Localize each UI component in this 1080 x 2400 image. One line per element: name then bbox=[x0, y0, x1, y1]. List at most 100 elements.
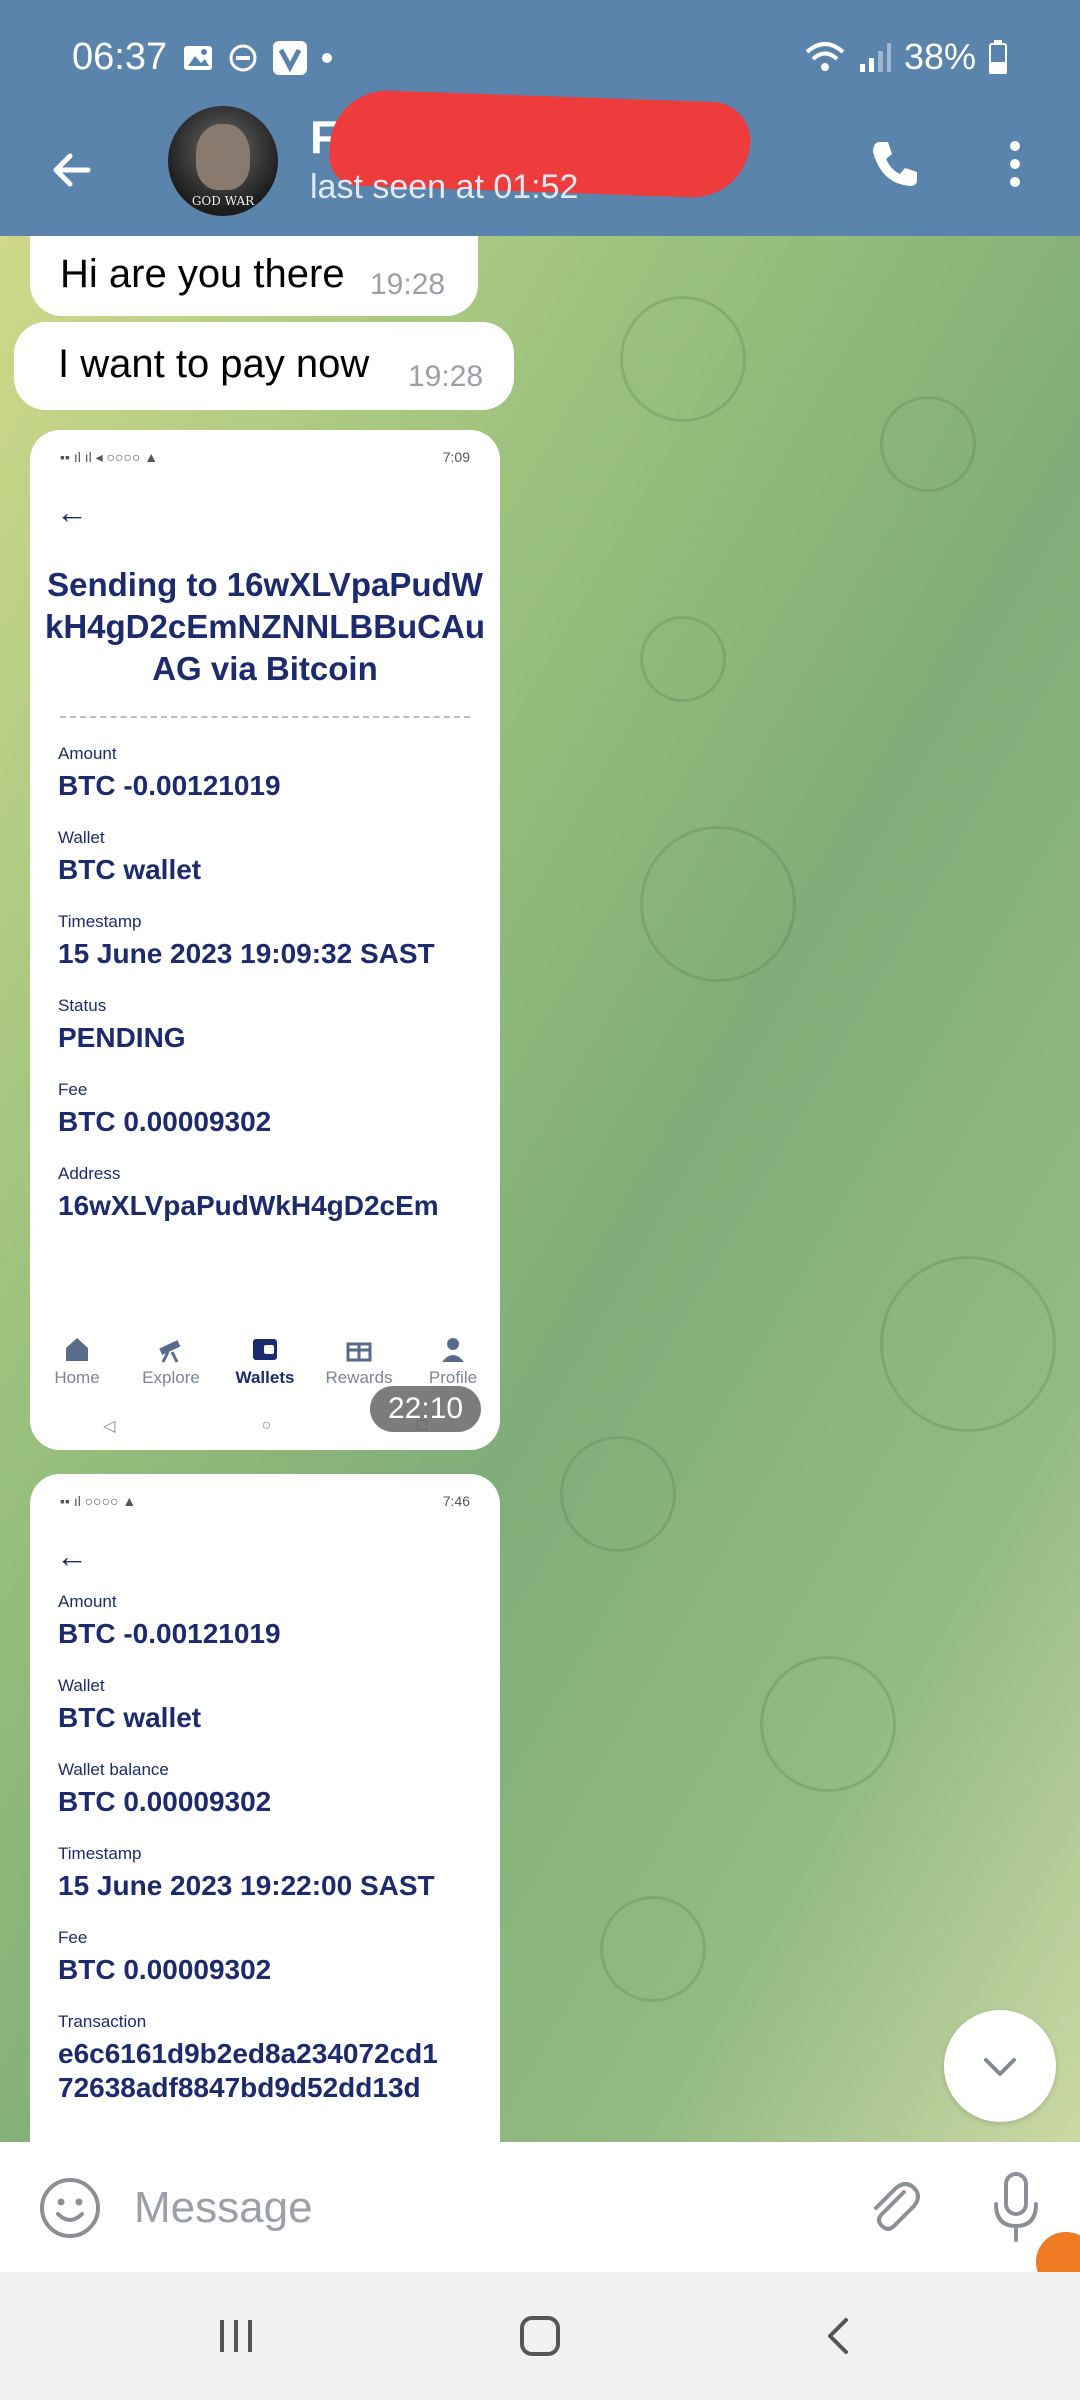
more-vertical-icon bbox=[1010, 141, 1020, 187]
message-text: I want to pay now bbox=[58, 342, 370, 386]
message-bubble[interactable]: Hi are you there 19:28 bbox=[30, 236, 478, 316]
mini-status-bar: ▪▪ ıl ıl ◂ ○○○○ ▲ 7:09 bbox=[30, 430, 500, 484]
system-navigation-bar bbox=[0, 2272, 1080, 2400]
mini-nav-wallets: Wallets bbox=[225, 1320, 305, 1400]
detail-address: Address 16wXLVpaPudWkH4gD2cEm bbox=[58, 1164, 500, 1222]
mini-back-arrow-icon: ← bbox=[56, 1538, 88, 1574]
detail-value: BTC wallet bbox=[58, 854, 202, 885]
image-time-badge: 22:10 bbox=[370, 1386, 482, 1432]
detail-label: Fee bbox=[58, 1080, 88, 1099]
detail-label: Amount bbox=[58, 1592, 117, 1611]
message-time: 19:28 bbox=[408, 360, 484, 393]
wallpaper-doodle bbox=[620, 296, 746, 422]
wallpaper-doodle bbox=[640, 616, 726, 702]
detail-value: BTC wallet bbox=[58, 1702, 202, 1733]
wallpaper-doodle bbox=[760, 1656, 896, 1792]
sending-title: Sending to 16wXLVpaPudWkH4gD2cEmNZNNLBBu… bbox=[44, 566, 486, 687]
home-button[interactable] bbox=[504, 2304, 576, 2368]
wallpaper-doodle bbox=[880, 396, 976, 492]
detail-transaction: Transaction e6c6161d9b2ed8a234072cd1 726… bbox=[58, 2012, 500, 2104]
message-input[interactable] bbox=[132, 2170, 836, 2246]
wallpaper-doodle bbox=[600, 1896, 706, 2002]
dot-icon bbox=[322, 53, 332, 63]
detail-timestamp: Timestamp 15 June 2023 19:09:32 SAST bbox=[58, 912, 500, 970]
mini-back-triangle-icon: ◁ bbox=[103, 1418, 116, 1435]
detail-label: Wallet bbox=[58, 828, 105, 847]
phone-icon bbox=[873, 142, 917, 186]
message-bubble[interactable]: I want to pay now 19:28 bbox=[14, 322, 514, 410]
do-not-disturb-icon bbox=[229, 44, 257, 72]
wifi-icon bbox=[805, 42, 845, 71]
detail-timestamp: Timestamp 15 June 2023 19:22:00 SAST bbox=[58, 1844, 500, 1902]
detail-wallet-balance: Wallet balance BTC 0.00009302 bbox=[58, 1760, 500, 1818]
chevron-left-icon bbox=[828, 2318, 848, 2354]
recents-icon bbox=[220, 2320, 252, 2352]
battery-percent: 38% bbox=[903, 36, 976, 77]
wallpaper-doodle bbox=[640, 826, 796, 982]
detail-status: Status PENDING bbox=[58, 996, 500, 1054]
mini-nav-home: Home bbox=[37, 1320, 117, 1400]
detail-label: Timestamp bbox=[58, 1844, 142, 1863]
mini-home-circle-icon: ○ bbox=[261, 1417, 272, 1434]
detail-value-continued: 72638adf8847bd9d52dd13d bbox=[58, 2072, 421, 2103]
mini-back-arrow-icon: ← bbox=[56, 494, 88, 530]
home-rounded-square-icon bbox=[520, 2316, 560, 2356]
detail-label: Fee bbox=[58, 1928, 88, 1947]
avatar-text: GOD WAR bbox=[191, 194, 255, 208]
voice-record-button[interactable] bbox=[980, 2168, 1052, 2246]
telescope-icon bbox=[159, 1340, 181, 1363]
mini-status-bar: ▪▪ ıl ○○○○ ▲ 7:46 bbox=[30, 1474, 500, 1528]
smiley-icon bbox=[40, 2178, 100, 2238]
avatar[interactable]: GOD WAR bbox=[168, 106, 278, 216]
detail-label: Transaction bbox=[58, 2012, 147, 2031]
emoji-button[interactable] bbox=[36, 2174, 104, 2242]
wallet-icon bbox=[253, 1339, 277, 1360]
detail-label: Timestamp bbox=[58, 912, 142, 931]
detail-wallet: Wallet BTC wallet bbox=[58, 828, 500, 886]
call-button[interactable] bbox=[858, 128, 930, 200]
detail-value: BTC 0.00009302 bbox=[58, 1786, 272, 1817]
back-button[interactable] bbox=[36, 134, 108, 206]
detail-label: Amount bbox=[58, 744, 117, 763]
microphone-icon bbox=[994, 2172, 1038, 2242]
person-icon bbox=[442, 1338, 464, 1362]
detail-label: Status bbox=[58, 996, 107, 1015]
mini-nav-label: Home bbox=[54, 1368, 100, 1387]
scroll-to-bottom-button[interactable] bbox=[944, 2010, 1056, 2122]
wallpaper-doodle bbox=[560, 1436, 676, 1552]
detail-value: BTC -0.00121019 bbox=[58, 1618, 281, 1649]
arrow-left-icon bbox=[53, 153, 91, 187]
recents-button[interactable] bbox=[200, 2304, 272, 2368]
detail-value: BTC 0.00009302 bbox=[58, 1954, 272, 1985]
attach-button[interactable] bbox=[858, 2172, 930, 2244]
gift-icon bbox=[346, 1342, 372, 1362]
detail-value: 16wXLVpaPudWkH4gD2cEm bbox=[58, 1190, 439, 1221]
detail-label: Address bbox=[58, 1164, 121, 1183]
gallery-icon bbox=[184, 46, 212, 70]
status-system-icons: 38% bbox=[804, 36, 1008, 78]
avatar-face bbox=[196, 124, 250, 190]
mini-status-time: 7:09 bbox=[442, 449, 470, 465]
mini-nav-label: Explore bbox=[142, 1368, 200, 1387]
detail-value: BTC 0.00009302 bbox=[58, 1106, 272, 1137]
image-message[interactable]: ▪▪ ıl ○○○○ ▲ 7:46 ← Amount BTC -0.001210… bbox=[30, 1474, 500, 2142]
v-app-icon bbox=[273, 41, 307, 75]
detail-amount: Amount BTC -0.00121019 bbox=[58, 1592, 500, 1650]
chat-area[interactable]: Hi are you there 19:28 I want to pay now… bbox=[0, 236, 1080, 2142]
system-back-button[interactable] bbox=[804, 2304, 876, 2368]
message-input-bar bbox=[0, 2142, 1080, 2272]
image-message[interactable]: ▪▪ ıl ıl ◂ ○○○○ ▲ 7:09 ← Sending to 16wX… bbox=[30, 430, 500, 1450]
chevron-down-icon bbox=[984, 2058, 1016, 2076]
mini-nav-label: Rewards bbox=[325, 1368, 393, 1387]
divider bbox=[60, 716, 470, 718]
battery-icon bbox=[989, 40, 1007, 74]
mini-status-time: 7:46 bbox=[442, 1493, 470, 1509]
more-options-button[interactable] bbox=[990, 128, 1040, 200]
paperclip-icon bbox=[874, 2182, 920, 2231]
detail-value: 15 June 2023 19:09:32 SAST bbox=[58, 938, 435, 969]
detail-fee: Fee BTC 0.00009302 bbox=[58, 1080, 500, 1138]
wallpaper-doodle bbox=[880, 1256, 1056, 1432]
detail-value: 15 June 2023 19:22:00 SAST bbox=[58, 1870, 435, 1901]
detail-wallet: Wallet BTC wallet bbox=[58, 1676, 500, 1734]
detail-fee: Fee BTC 0.00009302 bbox=[58, 1928, 500, 1986]
